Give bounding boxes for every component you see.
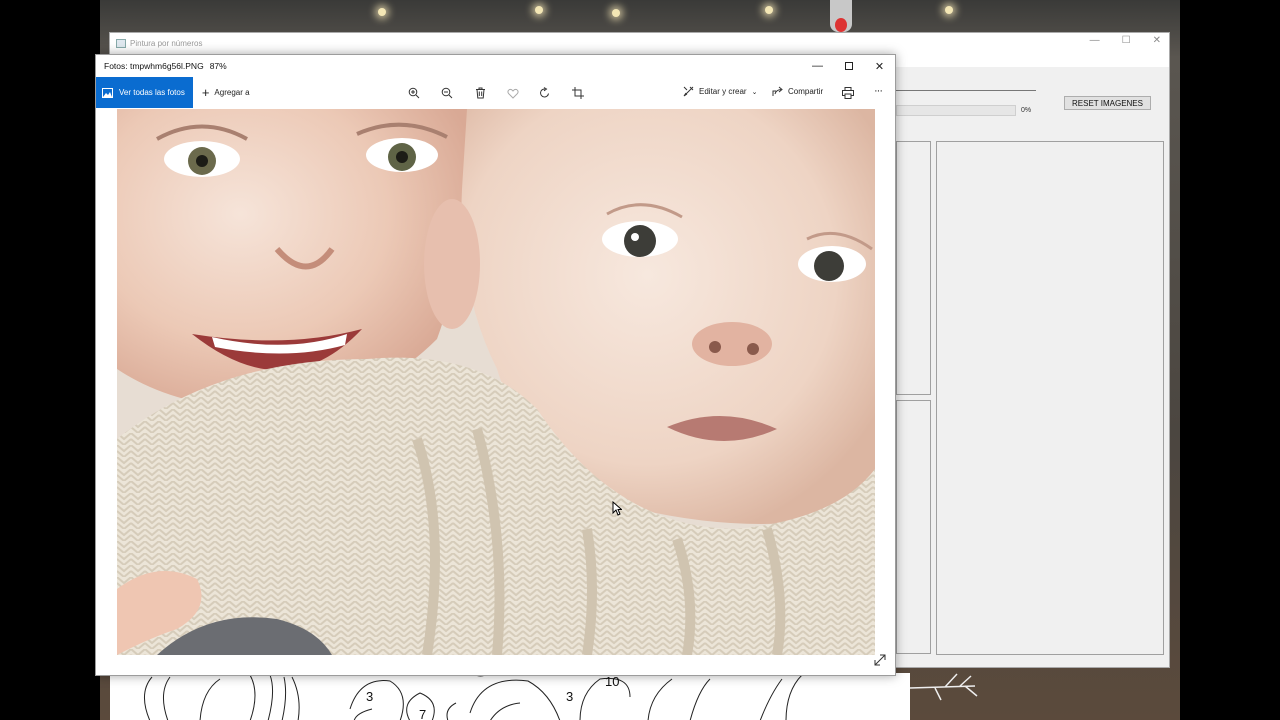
photo-icon (102, 87, 113, 98)
region-number: 3 (366, 689, 373, 704)
edit-create-label: Editar y crear (699, 87, 747, 96)
add-to-label: Agregar a (214, 88, 250, 97)
print-icon (842, 87, 854, 99)
cursor-arrow-icon (612, 500, 623, 516)
region-number: 10 (605, 674, 619, 689)
progress-bar (896, 105, 1016, 116)
crop-icon (572, 87, 584, 99)
rotate-icon (540, 87, 549, 98)
bg-window-controls: — ☐ ✕ (1090, 35, 1161, 46)
zoom-in-button[interactable] (406, 85, 422, 101)
image-panel-bottom (896, 400, 931, 654)
mouse-cursor (612, 500, 623, 521)
wallpaper-light (535, 6, 543, 14)
wallpaper-light (378, 8, 386, 16)
maximize-icon[interactable]: ☐ (1122, 35, 1131, 46)
share-button[interactable]: Compartir (772, 86, 823, 97)
chevron-down-icon: ⌄ (751, 88, 758, 96)
rotate-button[interactable] (537, 85, 553, 101)
image-panel-top (896, 141, 931, 395)
app-icon (116, 38, 126, 48)
photos-titlebar: Fotos: tmpwhm6g56l.PNG 87% — ✕ (96, 55, 895, 77)
wallpaper-branch-icon (909, 673, 978, 701)
share-label: Compartir (788, 87, 824, 96)
expand-icon (874, 654, 886, 666)
heart-icon (507, 88, 519, 99)
maximize-icon (844, 62, 853, 70)
delete-button[interactable] (472, 85, 488, 101)
paint-canvas: 3 7 3 10 (110, 673, 910, 720)
share-icon (772, 86, 783, 96)
reset-images-button[interactable]: RESET IMAGENES (1064, 96, 1151, 110)
add-to-button[interactable]: + Agregar a (202, 86, 250, 99)
region-number: 7 (419, 707, 426, 720)
more-options-button[interactable]: ··· (874, 85, 883, 97)
paint-by-numbers-titlebar: Pintura por números (110, 33, 1169, 53)
print-button[interactable] (840, 85, 856, 101)
favorite-button[interactable] (505, 85, 521, 101)
zoom-out-button[interactable] (439, 85, 455, 101)
close-button[interactable]: ✕ (864, 55, 895, 77)
plus-icon: + (201, 85, 210, 100)
delete-icon (475, 87, 485, 99)
paint-by-numbers-title: Pintura por números (130, 38, 203, 48)
zoom-in-icon (408, 87, 420, 99)
desktop: Pintura por números — ☐ ✕ 0% RESET IMAGE… (0, 0, 1280, 720)
wallpaper-light (765, 6, 773, 14)
view-all-photos-label: Ver todas las fotos (119, 88, 185, 97)
full-screen-button[interactable] (873, 653, 887, 667)
photos-title: Fotos: tmpwhm6g56l.PNG (104, 61, 204, 71)
edit-icon (683, 86, 694, 97)
edit-create-button[interactable]: Editar y crear ⌄ (683, 86, 757, 97)
wallpaper-light (612, 9, 620, 17)
photos-window: Fotos: tmpwhm6g56l.PNG 87% — ✕ Ver todas… (95, 54, 896, 676)
photo-image (117, 109, 875, 655)
separator-line (896, 90, 1036, 91)
photo-viewer-canvas[interactable] (117, 109, 875, 655)
outline-drawing: 3 7 3 10 (144, 673, 803, 720)
maximize-button[interactable] (833, 55, 864, 77)
region-number: 3 (566, 689, 573, 704)
minimize-icon: — (812, 60, 823, 72)
wallpaper-ornament-red (835, 18, 847, 32)
progress-percent: 0% (1021, 107, 1032, 114)
close-icon: ✕ (874, 60, 885, 73)
crop-button[interactable] (570, 85, 586, 101)
minimize-button[interactable]: — (802, 55, 833, 77)
minimize-icon[interactable]: — (1090, 35, 1100, 46)
zoom-out-icon (441, 87, 453, 99)
image-panel-large (936, 141, 1164, 655)
view-all-photos-button[interactable]: Ver todas las fotos (96, 77, 193, 108)
close-icon[interactable]: ✕ (1153, 35, 1161, 46)
wallpaper-light (945, 6, 953, 14)
zoom-level: 87% (209, 61, 227, 71)
